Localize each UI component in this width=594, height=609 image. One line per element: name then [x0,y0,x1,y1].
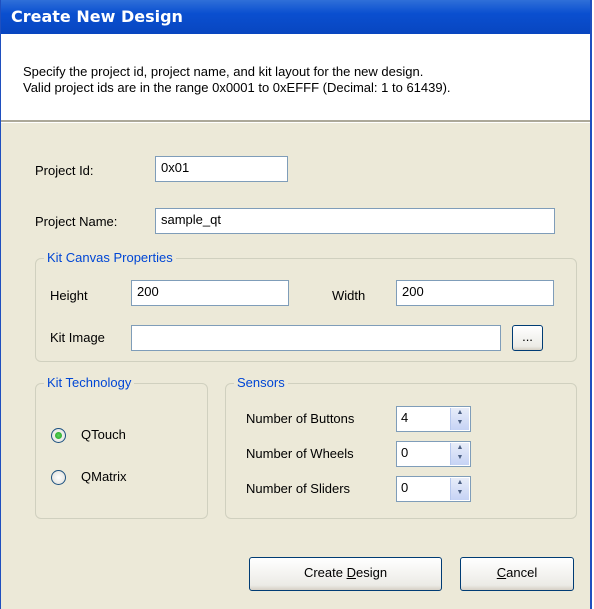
project-id-label: Project Id: [35,163,94,178]
cancel-button-label: Cancel [496,565,538,580]
number-of-sliders-value: 0 [401,480,409,495]
title-bar[interactable]: Create New Design [1,0,590,34]
project-id-input[interactable]: 0x01 [155,156,288,182]
number-of-sliders-stepper[interactable]: 0 ▲ ▼ [396,476,471,502]
browse-image-button-label: ... [522,329,533,344]
instructions-line-1: Specify the project id, project name, an… [23,64,424,79]
create-design-button[interactable]: Create Design [249,557,442,591]
instructions-line-2: Valid project ids are in the range 0x000… [23,80,451,95]
number-of-wheels-label: Number of Wheels [246,446,354,461]
radio-qtouch-label[interactable]: QTouch [81,427,126,442]
instructions-panel: Specify the project id, project name, an… [1,34,590,120]
spin-arrows-icon[interactable]: ▲ ▼ [450,478,469,500]
kit-canvas-properties-group: Kit Canvas Properties Height 200 Width 2… [35,250,577,362]
kit-technology-group: Kit Technology QTouch QMatrix [35,375,208,519]
height-input[interactable]: 200 [131,280,289,306]
number-of-buttons-value: 4 [401,410,409,425]
radio-qtouch-button[interactable] [51,428,66,443]
create-new-design-dialog: Create New Design Specify the project id… [0,0,592,609]
cancel-mnemonic: C [496,565,507,580]
kit-image-input[interactable] [131,325,501,351]
number-of-wheels-stepper[interactable]: 0 ▲ ▼ [396,441,471,467]
number-of-sliders-label: Number of Sliders [246,481,351,496]
instructions-text: Specify the project id, project name, an… [23,64,451,96]
sensors-title: Sensors [234,375,288,390]
create-design-button-label: Create Design [303,565,388,580]
header-separator [1,120,590,123]
project-name-label: Project Name: [35,214,118,229]
number-of-buttons-label: Number of Buttons [246,411,355,426]
window-title: Create New Design [11,7,183,26]
kit-technology-title: Kit Technology [44,375,135,390]
width-label: Width [332,288,366,303]
create-design-mnemonic: D [346,565,356,580]
kit-image-label: Kit Image [50,330,105,345]
height-label: Height [50,288,88,303]
kit-canvas-properties-title: Kit Canvas Properties [44,250,176,265]
radio-selected-dot [55,432,62,439]
radio-qmatrix-label[interactable]: QMatrix [81,469,127,484]
browse-image-button[interactable]: ... [512,325,543,351]
spin-arrows-icon[interactable]: ▲ ▼ [450,408,469,430]
project-name-input[interactable]: sample_qt [155,208,555,234]
cancel-button[interactable]: Cancel [460,557,574,591]
spin-arrows-icon[interactable]: ▲ ▼ [450,443,469,465]
width-input[interactable]: 200 [396,280,554,306]
number-of-wheels-value: 0 [401,445,409,460]
number-of-buttons-stepper[interactable]: 4 ▲ ▼ [396,406,471,432]
radio-qmatrix-button[interactable] [51,470,66,485]
sensors-group: Sensors Number of Buttons 4 ▲ ▼ Number of… [225,375,577,519]
